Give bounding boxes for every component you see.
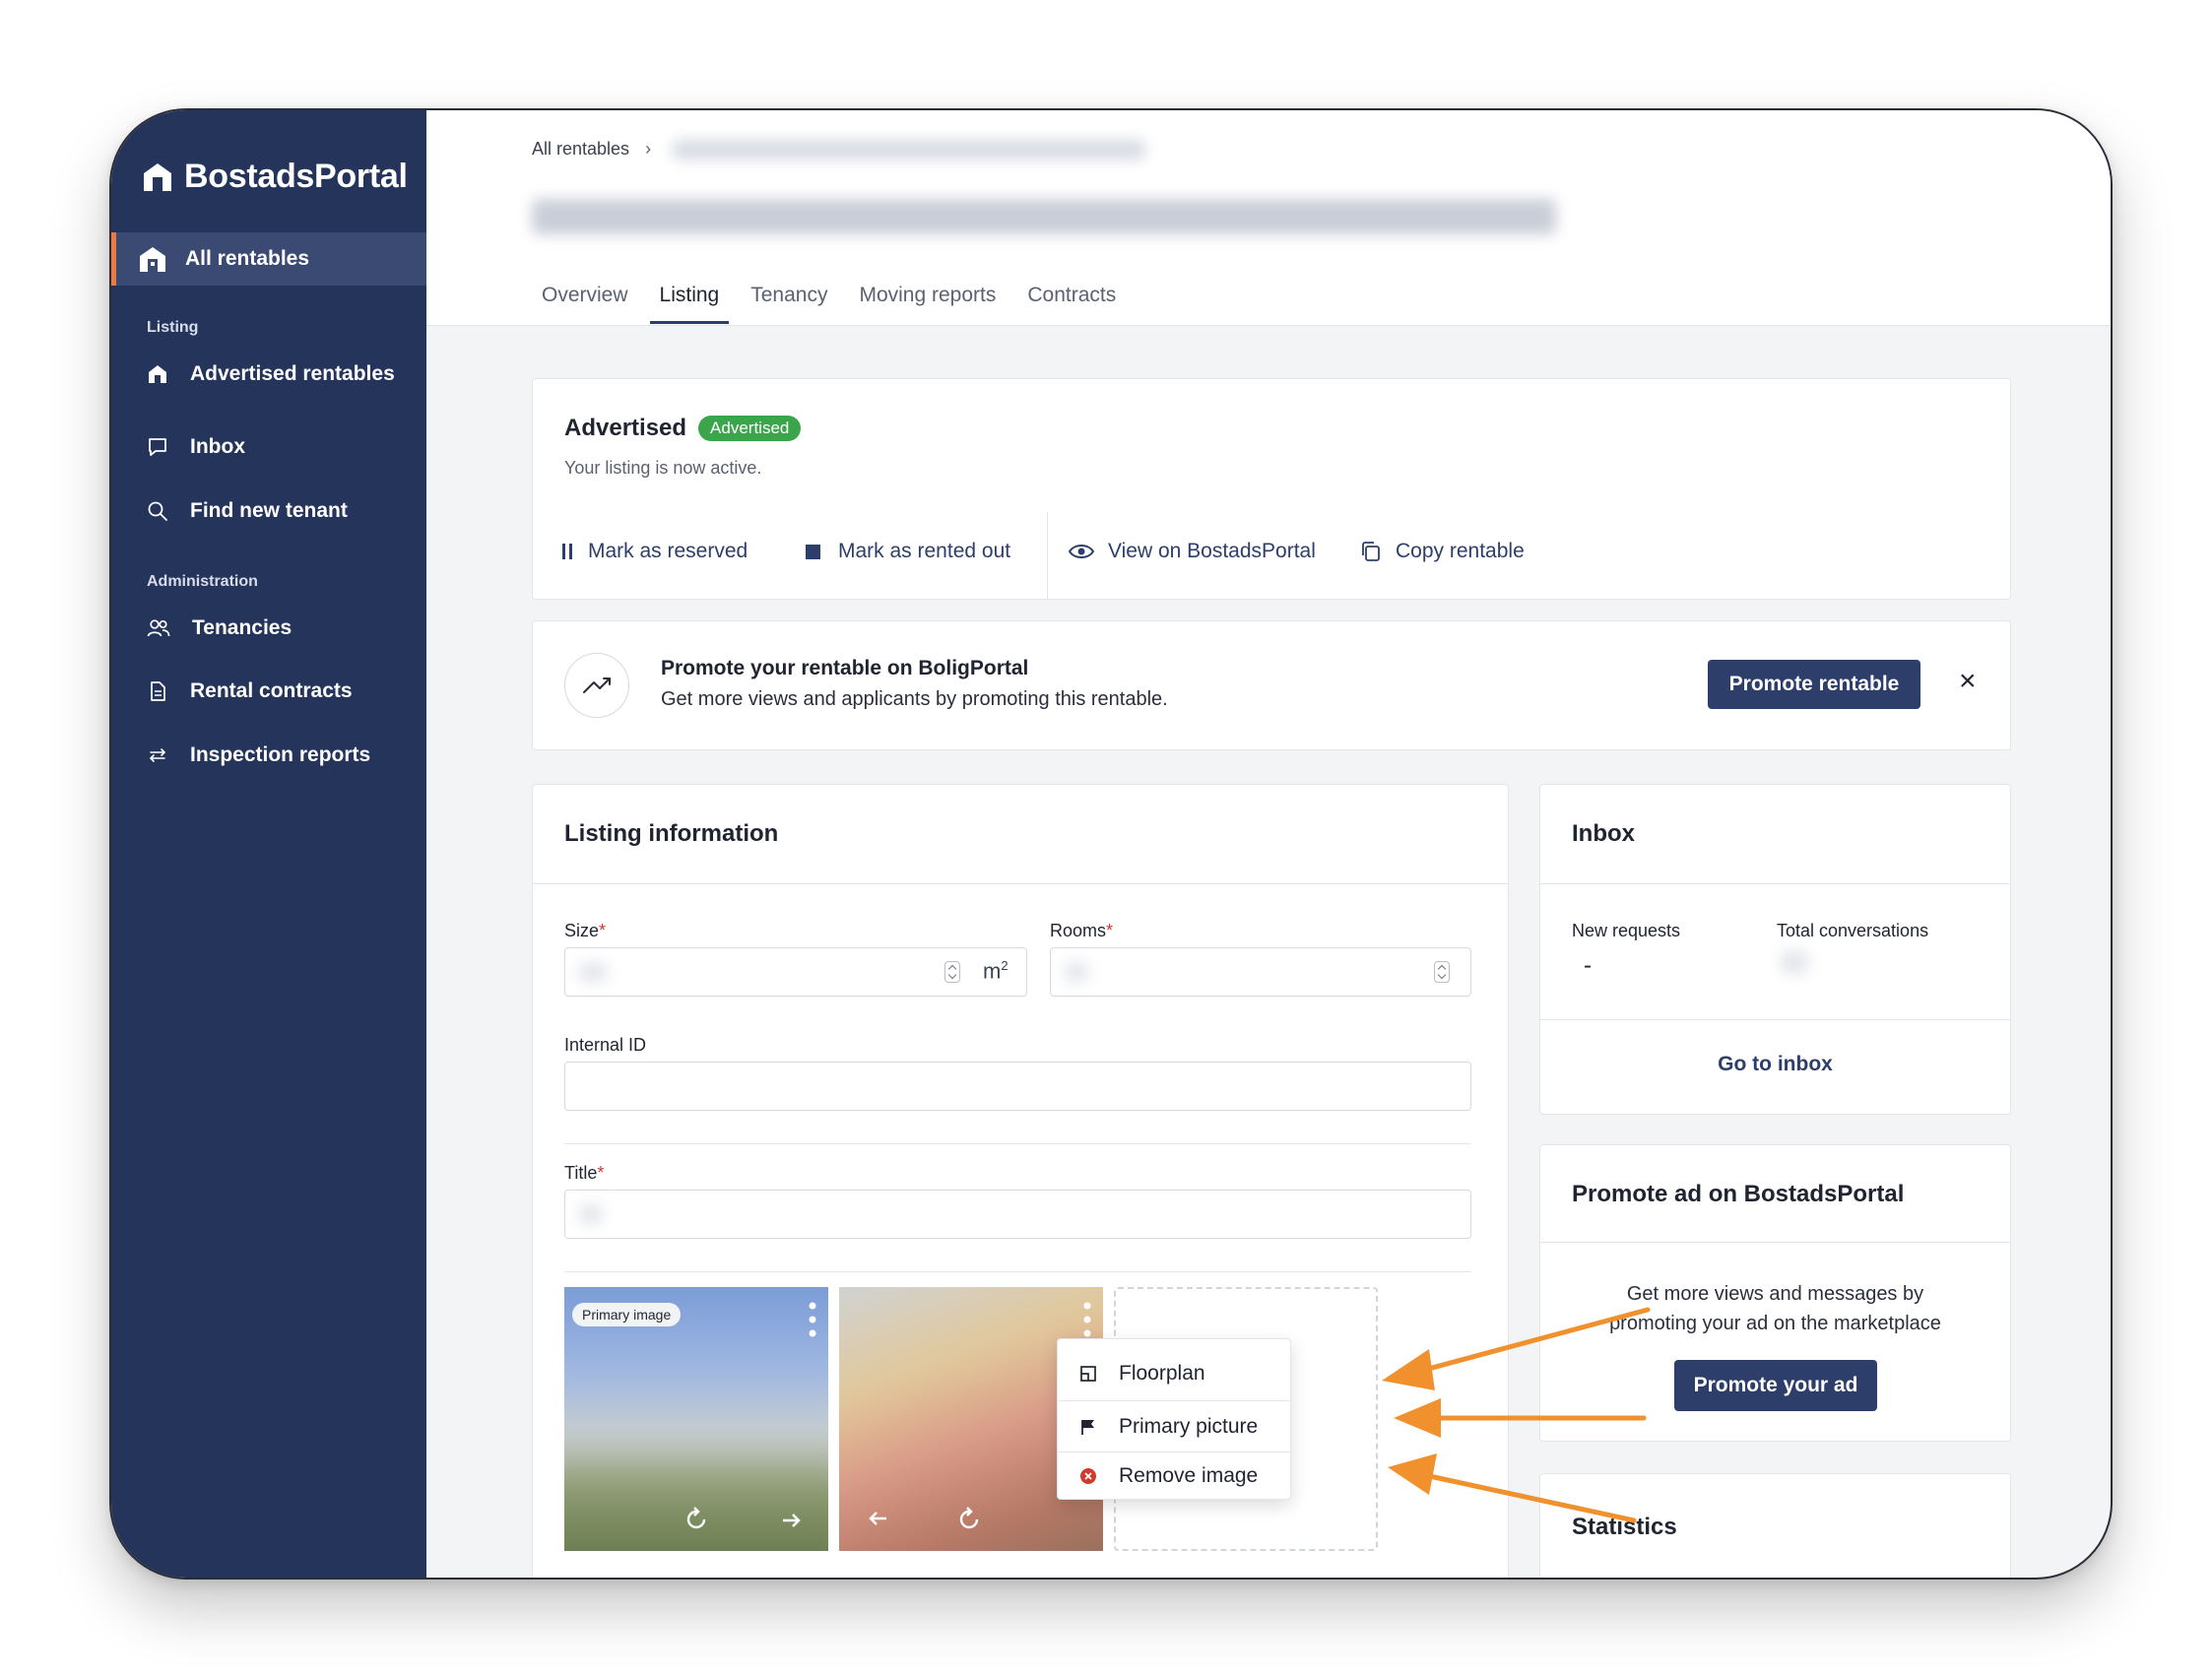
sidebar: BostadsPortal All rentables Listing Adve… [111,110,426,1578]
sidebar-item-rental-contracts[interactable]: Rental contracts [147,679,353,703]
sidebar-item-label: All rentables [185,247,310,270]
house-icon [140,247,165,272]
sidebar-section-administration: Administration [147,573,258,590]
advertised-house-icon [149,365,166,383]
search-icon [148,501,167,521]
main-content: All rentables › Overview Listing Tenancy… [426,110,2111,1578]
sidebar-item-tenancies[interactable]: Tenancies [147,616,292,640]
annotation-arrows [1382,1307,1651,1523]
arrowhead-icon [1382,1349,1435,1390]
sidebar-item-label: Rental contracts [190,679,353,702]
sidebar-item-all-rentables[interactable]: All rentables [111,232,426,286]
logo[interactable]: BostadsPortal [141,158,408,196]
sidebar-item-inspection-reports[interactable]: Inspection reports [147,743,370,767]
chat-icon [149,438,166,456]
sidebar-section-listing: Listing [147,319,199,336]
sidebar-item-label: Inbox [190,435,245,458]
app-name: BostadsPortal [184,158,408,195]
arrow-to-floorplan [1418,1307,1651,1374]
arrowhead-icon [1388,1453,1437,1495]
users-icon [147,619,170,637]
sidebar-item-find-new-tenant[interactable]: Find new tenant [147,499,348,523]
sidebar-item-inbox[interactable]: Inbox [147,435,245,459]
sidebar-item-label: Advertised rentables [190,362,395,385]
arrow-to-remove-image [1422,1472,1637,1523]
app-window: BostadsPortal All rentables Listing Adve… [109,108,2113,1580]
sidebar-item-label: Inspection reports [190,743,371,766]
arrowhead-icon [1394,1398,1441,1438]
sidebar-item-label: Find new tenant [190,499,348,522]
document-icon [151,681,165,701]
house-logo-icon [144,162,171,191]
sidebar-item-advertised-rentables[interactable]: Advertised rentables [147,362,395,386]
arrows-exchange-icon [149,748,166,762]
sidebar-item-label: Tenancies [192,616,293,639]
